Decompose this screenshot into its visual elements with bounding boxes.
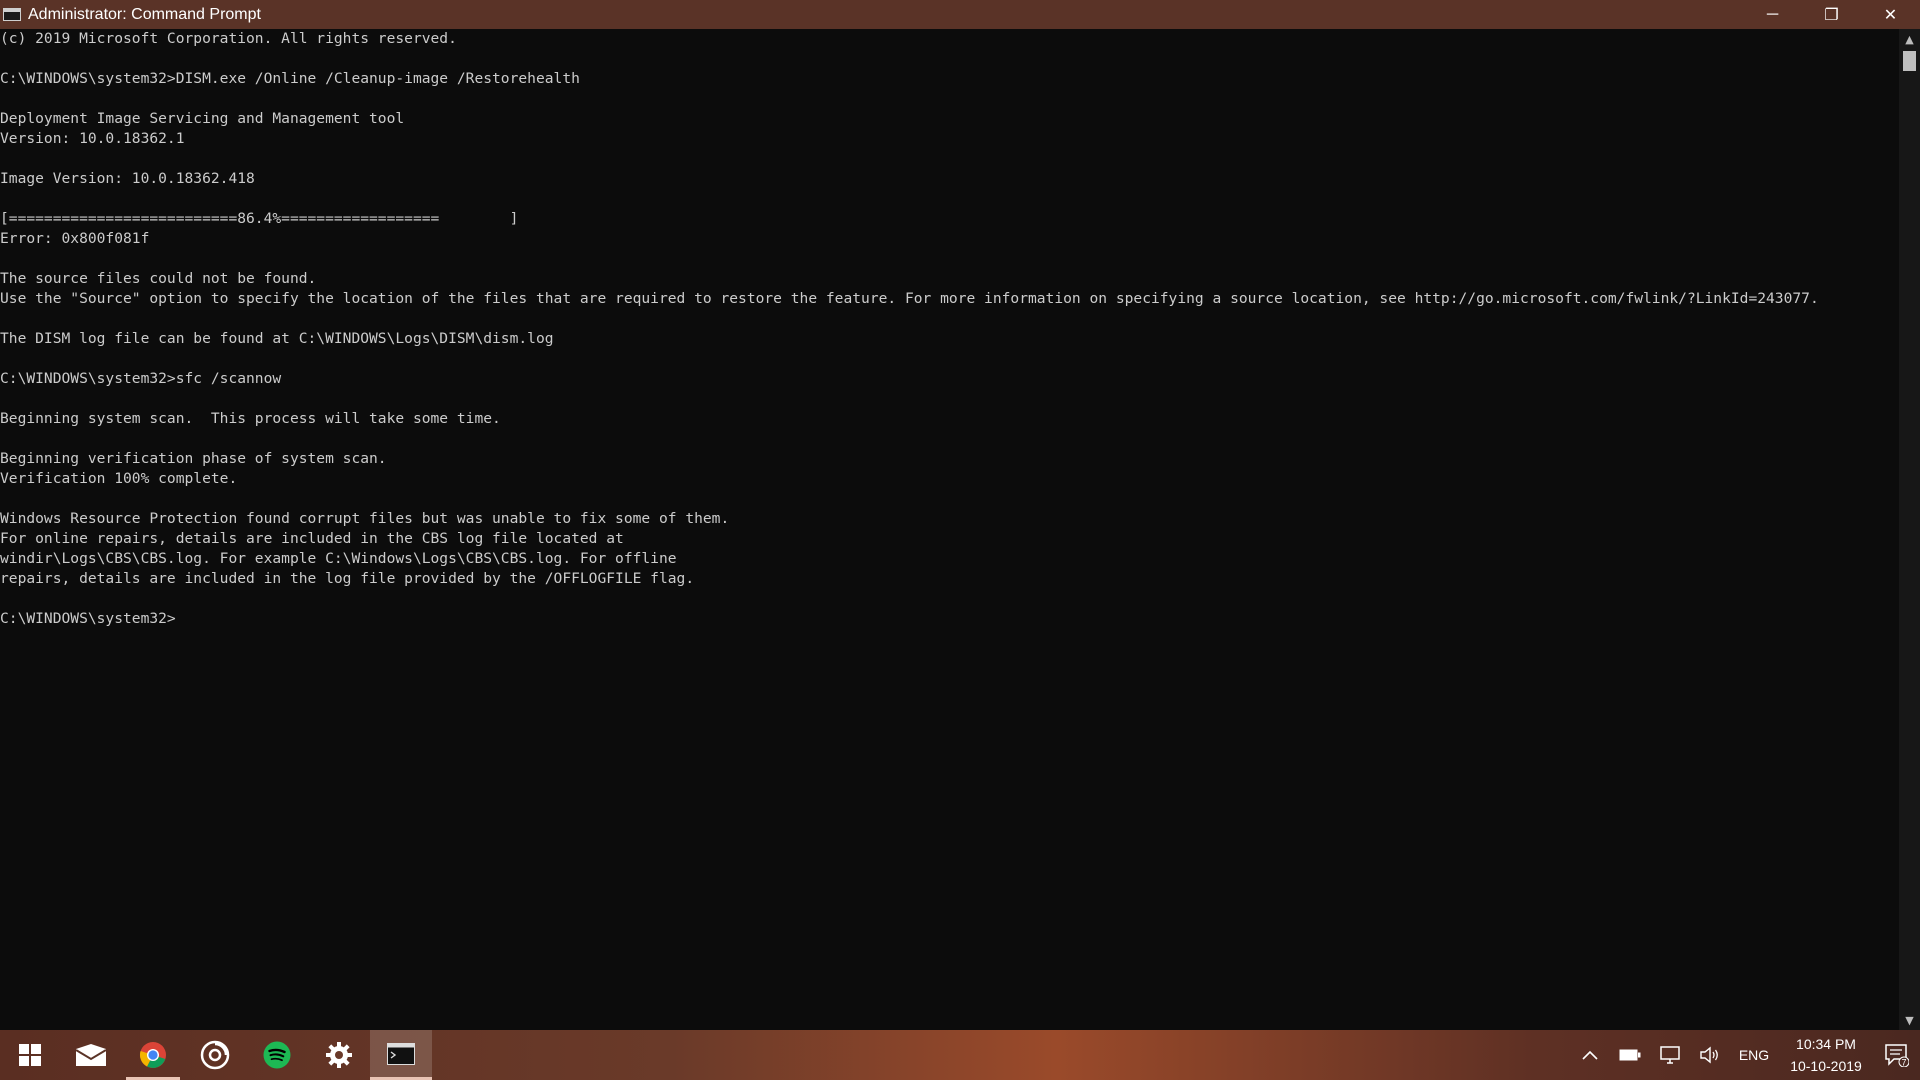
console-line: C:\WINDOWS\system32>DISM.exe /Online /Cl…: [0, 70, 580, 87]
gear-icon: [326, 1042, 352, 1068]
console-line: The DISM log file can be found at C:\WIN…: [0, 330, 554, 347]
battery-icon[interactable]: [1610, 1030, 1650, 1080]
console-line: Beginning verification phase of system s…: [0, 450, 387, 467]
groove-app-button[interactable]: [184, 1030, 246, 1080]
start-button[interactable]: [0, 1030, 60, 1080]
console-line: Use the "Source" option to specify the l…: [0, 290, 1819, 307]
console-line: Deployment Image Servicing and Managemen…: [0, 110, 405, 127]
restore-button[interactable]: ❐: [1802, 0, 1861, 29]
console-line: Verification 100% complete.: [0, 470, 238, 487]
scroll-down-arrow-icon[interactable]: ▼: [1899, 1010, 1920, 1030]
console-line: (c) 2019 Microsoft Corporation. All righ…: [0, 30, 457, 47]
minimize-button[interactable]: ─: [1743, 0, 1802, 29]
action-center-button[interactable]: 7: [1874, 1030, 1920, 1080]
clock[interactable]: 10:34 PM 10-10-2019: [1778, 1033, 1874, 1077]
volume-icon[interactable]: [1690, 1030, 1730, 1080]
close-button[interactable]: ✕: [1861, 0, 1920, 29]
windows-logo-icon: [19, 1044, 41, 1066]
chrome-app-button[interactable]: [122, 1030, 184, 1080]
network-icon[interactable]: [1650, 1030, 1690, 1080]
cmd-app-button[interactable]: [370, 1030, 432, 1080]
input-language-indicator[interactable]: ENG: [1730, 1047, 1778, 1063]
console-line: Image Version: 10.0.18362.418: [0, 170, 255, 187]
console-line: For online repairs, details are included…: [0, 530, 624, 547]
notification-count-badge: 7: [1901, 1058, 1906, 1068]
window-title: Administrator: Command Prompt: [28, 5, 261, 23]
clock-date: 10-10-2019: [1790, 1058, 1862, 1074]
chrome-icon: [139, 1042, 166, 1068]
console-line: windir\Logs\CBS\CBS.log. For example C:\…: [0, 550, 677, 567]
vertical-scrollbar[interactable]: ▲ ▼: [1899, 29, 1920, 1030]
system-tray: ENG 10:34 PM 10-10-2019 7: [1570, 1030, 1920, 1080]
console-line: The source files could not be found.: [0, 270, 317, 287]
mail-icon: [75, 1044, 107, 1066]
chevron-up-icon[interactable]: [1570, 1030, 1610, 1080]
spotify-icon: [263, 1041, 291, 1069]
taskbar: ENG 10:34 PM 10-10-2019 7: [0, 1030, 1920, 1080]
groove-music-icon: [200, 1040, 230, 1070]
mail-app-button[interactable]: [60, 1030, 122, 1080]
console-line: Windows Resource Protection found corrup…: [0, 510, 730, 527]
console-line: Version: 10.0.18362.1: [0, 130, 185, 147]
console-line: [==========================86.4%========…: [0, 210, 519, 227]
settings-app-button[interactable]: [308, 1030, 370, 1080]
scroll-up-arrow-icon[interactable]: ▲: [1899, 29, 1920, 49]
command-prompt-icon: [3, 8, 21, 21]
clock-time: 10:34 PM: [1796, 1036, 1856, 1052]
console-output[interactable]: (c) 2019 Microsoft Corporation. All righ…: [0, 29, 1899, 1030]
notification-icon: 7: [1885, 1044, 1909, 1068]
console-line: repairs, details are included in the log…: [0, 570, 695, 587]
command-prompt-icon: [387, 1042, 415, 1065]
scrollbar-thumb[interactable]: [1903, 51, 1916, 71]
spotify-app-button[interactable]: [246, 1030, 308, 1080]
console-line: Beginning system scan. This process will…: [0, 410, 501, 427]
console-line: Error: 0x800f081f: [0, 230, 150, 247]
console-line: C:\WINDOWS\system32>: [0, 610, 176, 627]
console-line: C:\WINDOWS\system32>sfc /scannow: [0, 370, 282, 387]
window-titlebar[interactable]: Administrator: Command Prompt ─ ❐ ✕: [0, 0, 1920, 29]
